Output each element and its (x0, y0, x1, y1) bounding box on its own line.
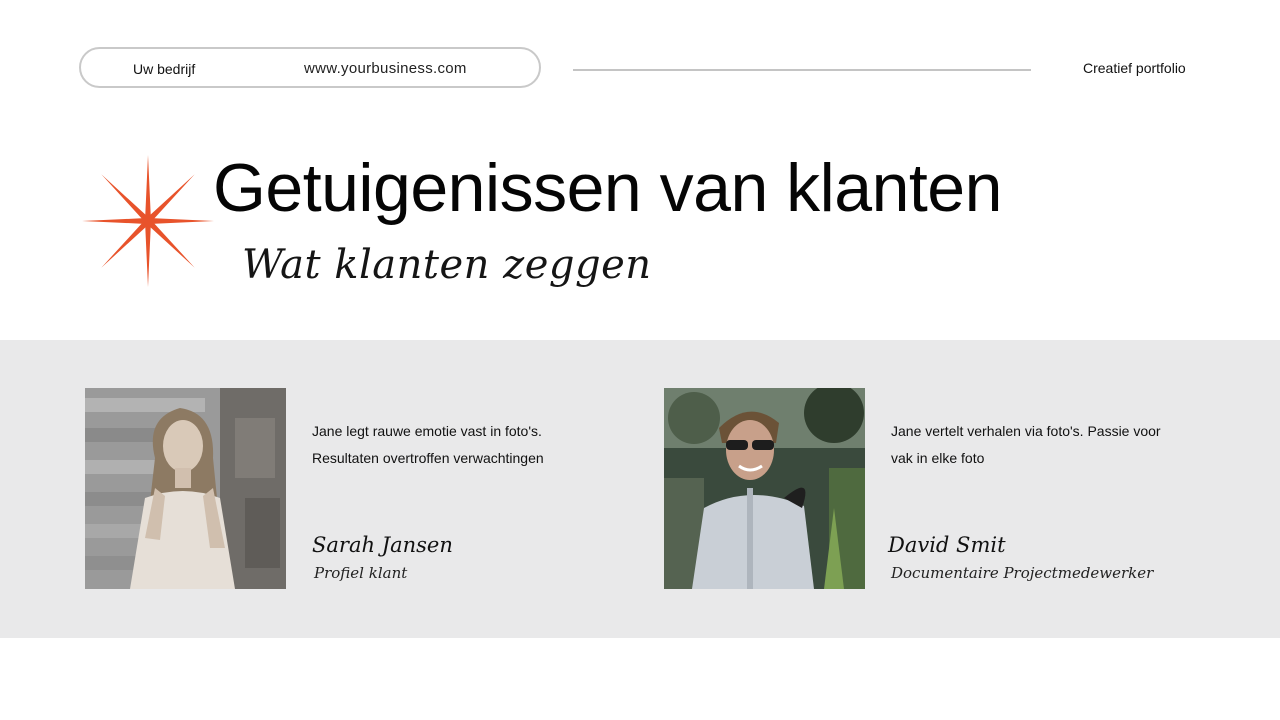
eight-point-star-icon (82, 155, 214, 287)
testimonial-quote: Jane vertelt verhalen via foto's. Passie… (891, 423, 1161, 466)
testimonial-role: Documentaire Projectmedewerker (891, 564, 1154, 582)
page-title: Getuigenissen van klanten (213, 150, 1002, 226)
header-pill: Uw bedrijf www.yourbusiness.com (79, 47, 541, 88)
testimonial-role: Profiel klant (314, 564, 408, 582)
testimonial-name: Sarah Jansen (312, 533, 453, 557)
company-name: Uw bedrijf (133, 61, 196, 77)
woman-portrait-photo (85, 388, 286, 589)
header-divider (573, 69, 1031, 71)
website-link[interactable]: www.yourbusiness.com (304, 60, 467, 77)
testimonial-quote: Jane legt rauwe emotie vast in foto's. R… (312, 423, 544, 466)
testimonial-name: David Smit (888, 533, 1006, 557)
testimonial-card: Jane vertelt verhalen via foto's. Passie… (664, 388, 1224, 590)
portfolio-label: Creatief portfolio (1083, 60, 1186, 76)
testimonial-card: Jane legt rauwe emotie vast in foto's. R… (85, 388, 605, 590)
man-portrait-photo (664, 388, 865, 589)
page-subtitle: Wat klanten zeggen (242, 242, 652, 288)
